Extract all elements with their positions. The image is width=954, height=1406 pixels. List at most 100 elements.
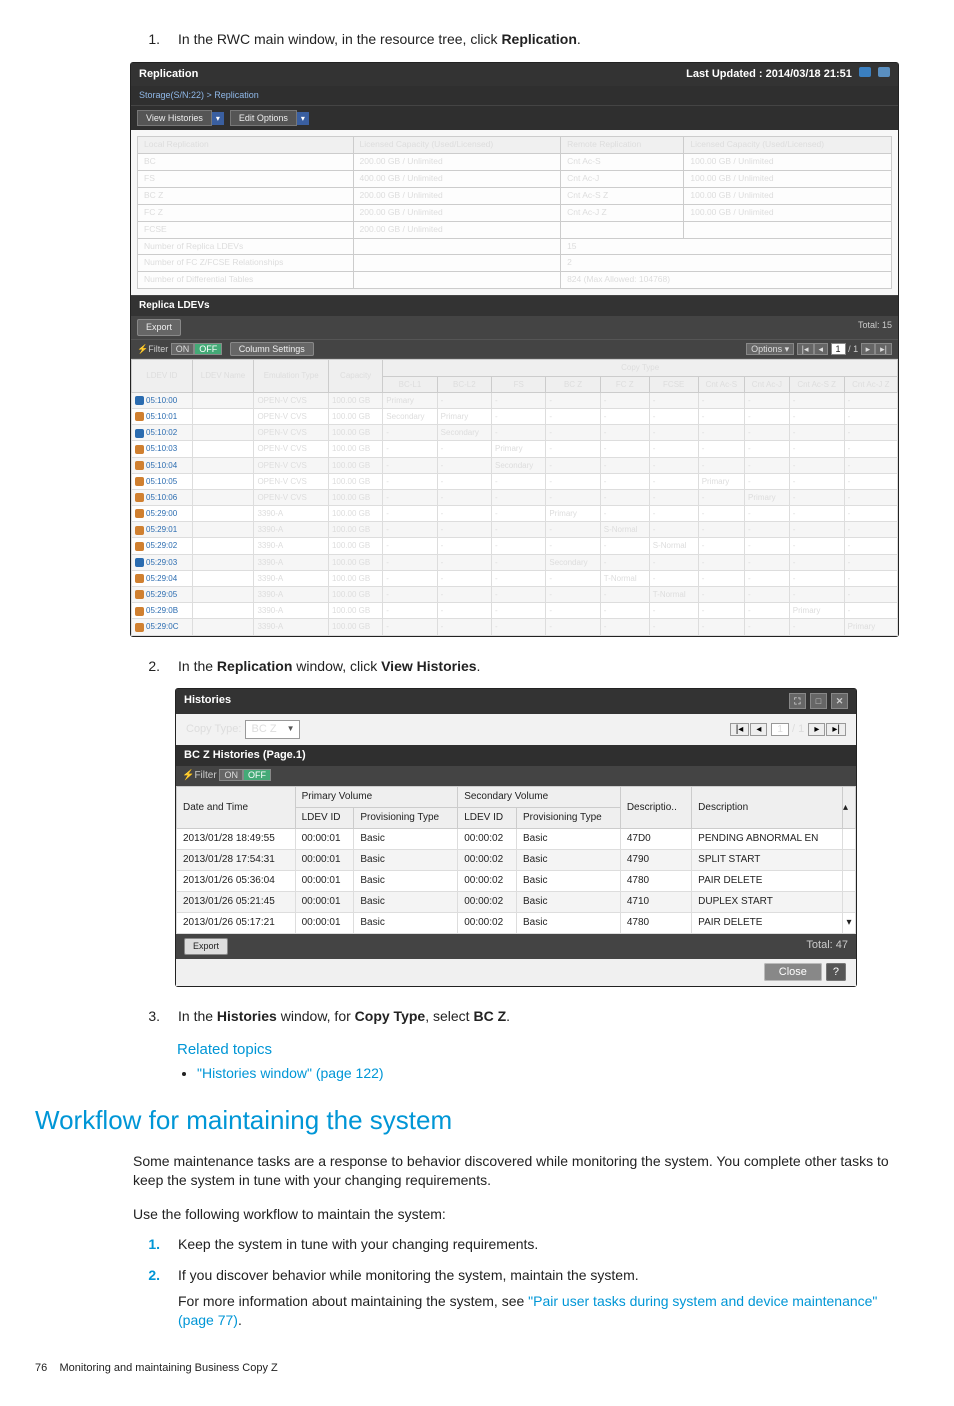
filter-window-icon[interactable]: ⛶ [789, 693, 806, 709]
breadcrumb[interactable]: Storage(S/N:22) > Replication [131, 86, 898, 106]
col-header[interactable]: Descriptio.. [620, 787, 691, 829]
col-header[interactable]: Provisioning Type [354, 808, 458, 829]
table-row[interactable]: 2013/01/26 05:36:0400:00:01Basic00:00:02… [177, 871, 856, 892]
ldev-id-cell[interactable]: 05:10:05 [132, 473, 193, 489]
col-header[interactable]: LDEV ID [458, 808, 517, 829]
ldev-id-cell[interactable]: 05:29:05 [132, 587, 193, 603]
close-button[interactable]: Close [764, 963, 822, 981]
col-header[interactable]: Emulation Type [254, 360, 328, 392]
col-header[interactable]: Description [692, 787, 843, 829]
col-header[interactable]: BC-L2 [437, 376, 491, 392]
help-button[interactable]: ? [826, 963, 846, 981]
ldev-id-cell[interactable]: 05:29:01 [132, 522, 193, 538]
col-header[interactable]: LDEV ID [295, 808, 354, 829]
cell: 2013/01/26 05:17:21 [177, 913, 296, 934]
col-header[interactable]: Cnt Ac-J Z [844, 376, 897, 392]
cell [192, 408, 254, 424]
replica-ldevs-tab[interactable]: Replica LDEVs [131, 295, 898, 316]
table-row[interactable]: 2013/01/28 17:54:3100:00:01Basic00:00:02… [177, 850, 856, 871]
ldev-id-cell[interactable]: 05:10:02 [132, 425, 193, 441]
ldev-id-cell[interactable]: 05:10:04 [132, 457, 193, 473]
volume-icon [135, 509, 144, 518]
cell: - [789, 489, 844, 505]
col-header[interactable]: FCSE [649, 376, 698, 392]
ldev-id-cell[interactable]: 05:10:03 [132, 441, 193, 457]
col-header: Remote Replication [561, 137, 684, 154]
ldev-id-cell[interactable]: 05:29:00 [132, 506, 193, 522]
col-header[interactable]: LDEV ID [132, 360, 193, 392]
col-header[interactable]: FC Z [600, 376, 649, 392]
column-settings-button[interactable]: Column Settings [230, 342, 314, 356]
cell: - [492, 538, 546, 554]
col-header[interactable]: LDEV Name [192, 360, 254, 392]
page-last-button[interactable]: ▸| [875, 343, 892, 355]
text: . [238, 1312, 242, 1328]
copy-type-select[interactable]: BC Z [245, 720, 300, 739]
ldev-id-cell[interactable]: 05:29:02 [132, 538, 193, 554]
replica-ldevs-table: LDEV IDLDEV NameEmulation TypeCapacityCo… [131, 359, 898, 635]
refresh-icon[interactable] [859, 67, 871, 77]
filter-off-toggle[interactable]: OFF [194, 343, 222, 355]
col-header[interactable]: Cnt Ac-S Z [789, 376, 844, 392]
col-header[interactable]: Provisioning Type [516, 808, 620, 829]
col-header[interactable]: Cnt Ac-S [698, 376, 744, 392]
cell: - [698, 506, 744, 522]
cell: - [492, 587, 546, 603]
col-header[interactable]: Capacity [328, 360, 382, 392]
panel-updated: Last Updated : 2014/03/18 21:51 [686, 67, 890, 82]
export-button[interactable]: Export [184, 938, 228, 955]
close-icon[interactable]: ✕ [831, 693, 848, 709]
cell: - [698, 441, 744, 457]
export-button[interactable]: Export [137, 319, 181, 336]
scroll-down-icon[interactable]: ▾ [843, 913, 856, 934]
options-dropdown[interactable]: Options ▾ [746, 343, 794, 355]
cell [192, 457, 254, 473]
page-next-button[interactable]: ▸ [808, 723, 825, 736]
cell: - [600, 506, 649, 522]
cell [684, 221, 892, 238]
table-row[interactable]: 2013/01/28 18:49:5500:00:01Basic00:00:02… [177, 829, 856, 850]
related-link[interactable]: "Histories window" (page 122) [197, 1065, 384, 1081]
cell: Basic [354, 871, 458, 892]
ldev-id-cell[interactable]: 05:10:01 [132, 408, 193, 424]
maximize-icon[interactable]: □ [810, 693, 827, 709]
page-first-button[interactable]: |◂ [730, 723, 750, 736]
page-last-button[interactable]: ▸| [826, 723, 846, 736]
page-current[interactable]: 1 [831, 343, 846, 355]
filter-on-toggle[interactable]: ON [171, 343, 195, 355]
subbar: Export Total: 15 [131, 316, 898, 340]
page-first-button[interactable]: |◂ [797, 343, 814, 355]
col-header[interactable]: BC-L1 [383, 376, 437, 392]
table-row[interactable]: 2013/01/26 05:17:2100:00:01Basic00:00:02… [177, 913, 856, 934]
col-header[interactable]: Date and Time [177, 787, 296, 829]
scroll-up-icon[interactable]: ▴ [843, 787, 856, 829]
table-row: 05:29:053390-A100.00 GB-----T-Normal---- [132, 587, 898, 603]
ldev-id-cell[interactable]: 05:29:03 [132, 554, 193, 570]
edit-options-dropdown[interactable]: Edit Options▾ [230, 110, 309, 127]
page-current[interactable]: 1 [771, 723, 789, 736]
ldev-id-cell[interactable]: 05:10:06 [132, 489, 193, 505]
view-histories-dropdown[interactable]: View Histories▾ [137, 110, 224, 127]
cell: FS [138, 170, 354, 187]
cell: 2013/01/28 18:49:55 [177, 829, 296, 850]
filter-on-toggle[interactable]: ON [219, 769, 243, 781]
ldev-id-cell[interactable]: 05:29:0C [132, 619, 193, 635]
panel-titlebar: Histories ⛶ □ ✕ [176, 689, 856, 713]
filter-off-toggle[interactable]: OFF [243, 769, 271, 781]
page-next-button[interactable]: ▸ [861, 343, 876, 355]
cell [192, 587, 254, 603]
table-row[interactable]: 2013/01/26 05:21:4500:00:01Basic00:00:02… [177, 892, 856, 913]
page-prev-button[interactable]: ◂ [814, 343, 829, 355]
ldev-id-cell[interactable]: 05:29:0B [132, 603, 193, 619]
col-header[interactable]: Cnt Ac-J [745, 376, 790, 392]
page-prev-button[interactable]: ◂ [750, 723, 767, 736]
ldev-id-cell[interactable]: 05:29:04 [132, 570, 193, 586]
text: . [577, 31, 581, 47]
cell: - [437, 570, 491, 586]
ldev-id-cell[interactable]: 05:10:00 [132, 392, 193, 408]
help-icon[interactable] [878, 67, 890, 77]
cell: 100.00 GB [328, 457, 382, 473]
col-header[interactable]: BC Z [546, 376, 600, 392]
cell: - [745, 538, 790, 554]
col-header[interactable]: FS [492, 376, 546, 392]
